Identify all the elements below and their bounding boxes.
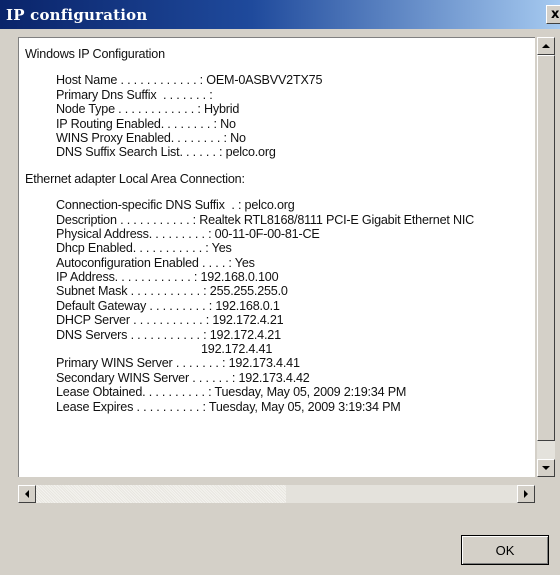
config-line: Subnet Mask . . . . . . . . . . . : 255.… [56, 284, 288, 299]
scroll-left-button[interactable] [18, 485, 36, 503]
config-line: Description . . . . . . . . . . . : Real… [56, 212, 475, 227]
ok-button[interactable]: OK [461, 535, 549, 565]
config-line: IP Address. . . . . . . . . . . . : 192.… [56, 270, 279, 285]
config-line: DNS Servers . . . . . . . . . . . : 192.… [56, 327, 281, 342]
close-icon: x [551, 7, 560, 22]
config-line: Lease Expires . . . . . . . . . . : Tues… [56, 399, 401, 414]
config-line: WINS Proxy Enabled. . . . . . . . : No [56, 130, 246, 145]
config-line: Primary Dns Suffix . . . . . . . : [56, 87, 213, 102]
config-line: IP Routing Enabled. . . . . . . . : No [56, 116, 236, 131]
horizontal-scrollbar[interactable] [18, 485, 535, 503]
config-line: Secondary WINS Server . . . . . . : 192.… [56, 370, 310, 385]
config-line: Host Name . . . . . . . . . . . . : OEM-… [56, 73, 323, 88]
title-bar[interactable]: IP configuration x [0, 0, 560, 29]
scroll-down-button[interactable] [537, 459, 555, 477]
ipconfig-text: Windows IP Configuration Host Name . . .… [25, 47, 474, 414]
config-line: DHCP Server . . . . . . . . . . . : 192.… [56, 313, 284, 328]
config-line: Primary WINS Server . . . . . . . : 192.… [56, 356, 300, 371]
config-line: Default Gateway . . . . . . . . . : 192.… [56, 298, 280, 313]
config-line: Autoconfiguration Enabled . . . . : Yes [56, 255, 255, 270]
ip-configuration-dialog: IP configuration x Windows IP Configurat… [0, 0, 560, 575]
config-line: Node Type . . . . . . . . . . . . : Hybr… [56, 102, 240, 117]
ipconfig-output-area[interactable]: Windows IP Configuration Host Name . . .… [18, 37, 535, 477]
scroll-right-button[interactable] [517, 485, 535, 503]
adapter-header: Ethernet adapter Local Area Connection: [25, 171, 245, 186]
config-line: Connection-specific DNS Suffix . : pelco… [56, 198, 295, 213]
arrow-right-icon [524, 490, 528, 498]
close-button[interactable]: x [546, 5, 560, 24]
dialog-title: IP configuration [6, 5, 148, 24]
arrow-down-icon [542, 466, 550, 470]
config-line: Physical Address. . . . . . . . . : 00-1… [56, 226, 320, 241]
config-line: Lease Obtained. . . . . . . . . . : Tues… [56, 385, 407, 400]
config-line: Dhcp Enabled. . . . . . . . . . . : Yes [56, 241, 232, 256]
scroll-up-button[interactable] [537, 37, 555, 55]
config-line: 192.172.4.41 [201, 342, 273, 357]
section-header: Windows IP Configuration [25, 47, 165, 61]
vertical-scrollbar[interactable] [537, 37, 555, 477]
arrow-up-icon [542, 44, 550, 48]
vertical-scroll-thumb[interactable] [537, 55, 555, 441]
horizontal-scroll-track[interactable] [36, 485, 286, 503]
config-line: DNS Suffix Search List. . . . . . : pelc… [56, 145, 276, 160]
arrow-left-icon [25, 490, 29, 498]
